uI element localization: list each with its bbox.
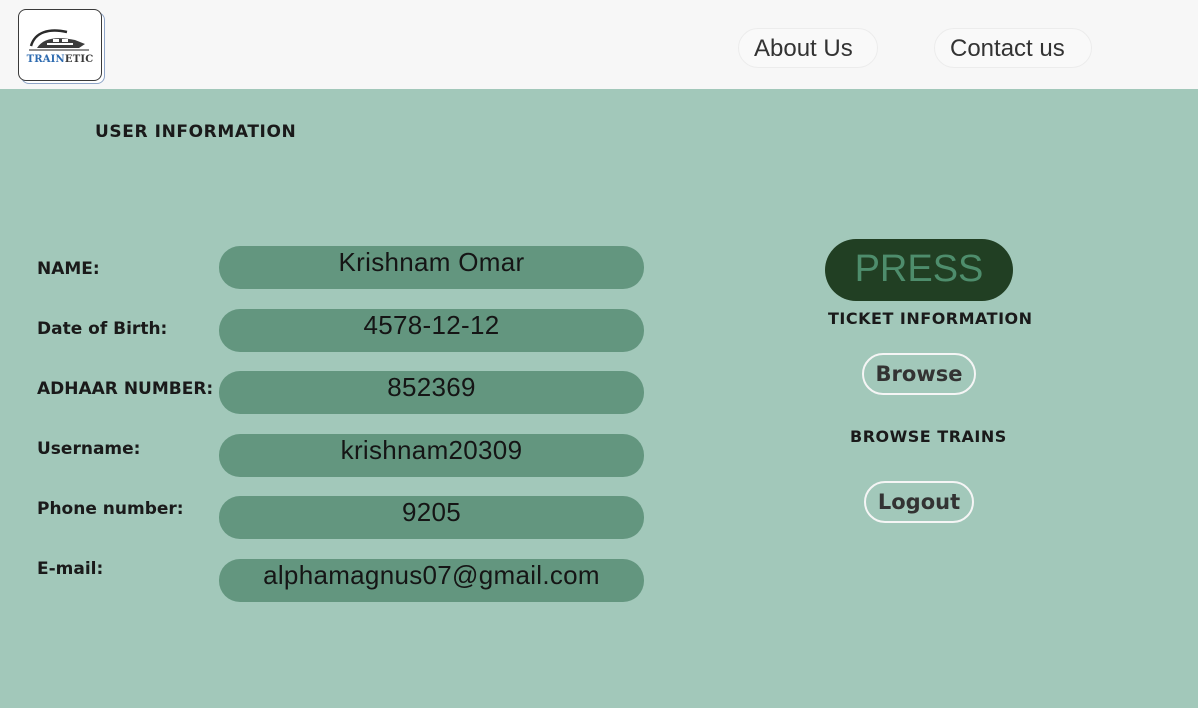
name-label: NAME: [37, 259, 100, 279]
adhaar-value: 852369 [219, 371, 644, 414]
name-value: Krishnam Omar [219, 246, 644, 289]
browse-trains-label: BROWSE TRAINS [850, 427, 1007, 446]
email-value: alphamagnus07@gmail.com [219, 559, 644, 602]
username-label: Username: [37, 439, 141, 459]
logout-button[interactable]: Logout [864, 481, 974, 523]
email-label: E-mail: [37, 559, 104, 579]
dob-label: Date of Birth: [37, 319, 168, 339]
username-value: krishnam20309 [219, 434, 644, 477]
phone-value: 9205 [219, 496, 644, 539]
train-logo-icon [29, 29, 89, 51]
user-information-title: USER INFORMATION [95, 122, 297, 142]
press-button[interactable]: PRESS [825, 239, 1013, 301]
adhaar-label: ADHAAR NUMBER: [37, 379, 214, 399]
phone-label: Phone number: [37, 499, 184, 519]
browse-button[interactable]: Browse [862, 353, 976, 395]
trainetic-logo[interactable]: TRAINETIC [18, 9, 102, 81]
about-us-link[interactable]: About Us [738, 28, 878, 68]
dob-value: 4578-12-12 [219, 309, 644, 352]
top-header: TRAINETIC About Us Contact us [0, 0, 1198, 89]
logo-text: TRAINETIC [26, 54, 94, 65]
contact-us-link[interactable]: Contact us [934, 28, 1092, 68]
ticket-information-label: TICKET INFORMATION [828, 309, 1033, 328]
